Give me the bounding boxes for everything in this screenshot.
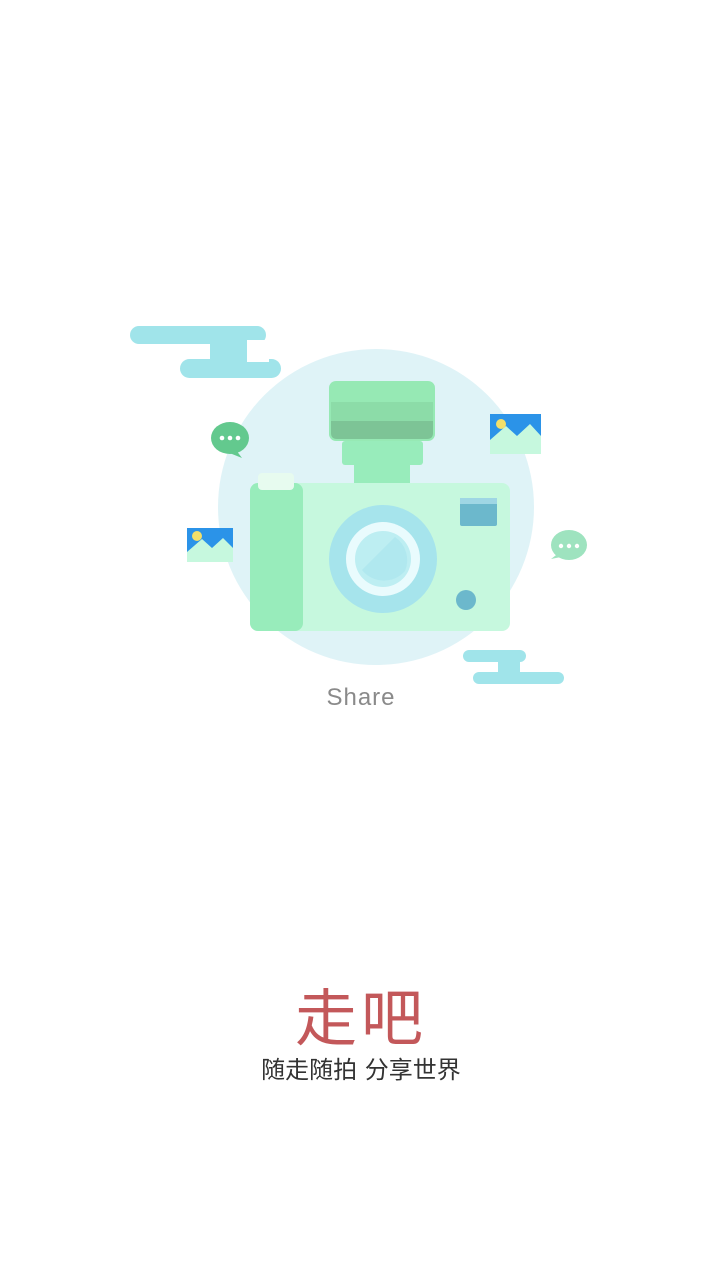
app-slogan: 随走随拍 分享世界 (261, 1056, 461, 1084)
splash-screen: Share 走吧 随走随拍 分享世界 (0, 0, 722, 1282)
app-title: 走吧 (294, 982, 427, 1055)
cloud-icon (463, 650, 564, 684)
share-caption: Share (326, 684, 396, 711)
chat-bubble-icon (551, 530, 587, 560)
cloud-icon (130, 326, 281, 378)
image-icon (187, 528, 233, 562)
share-illustration (130, 326, 587, 684)
image-icon (490, 414, 541, 454)
